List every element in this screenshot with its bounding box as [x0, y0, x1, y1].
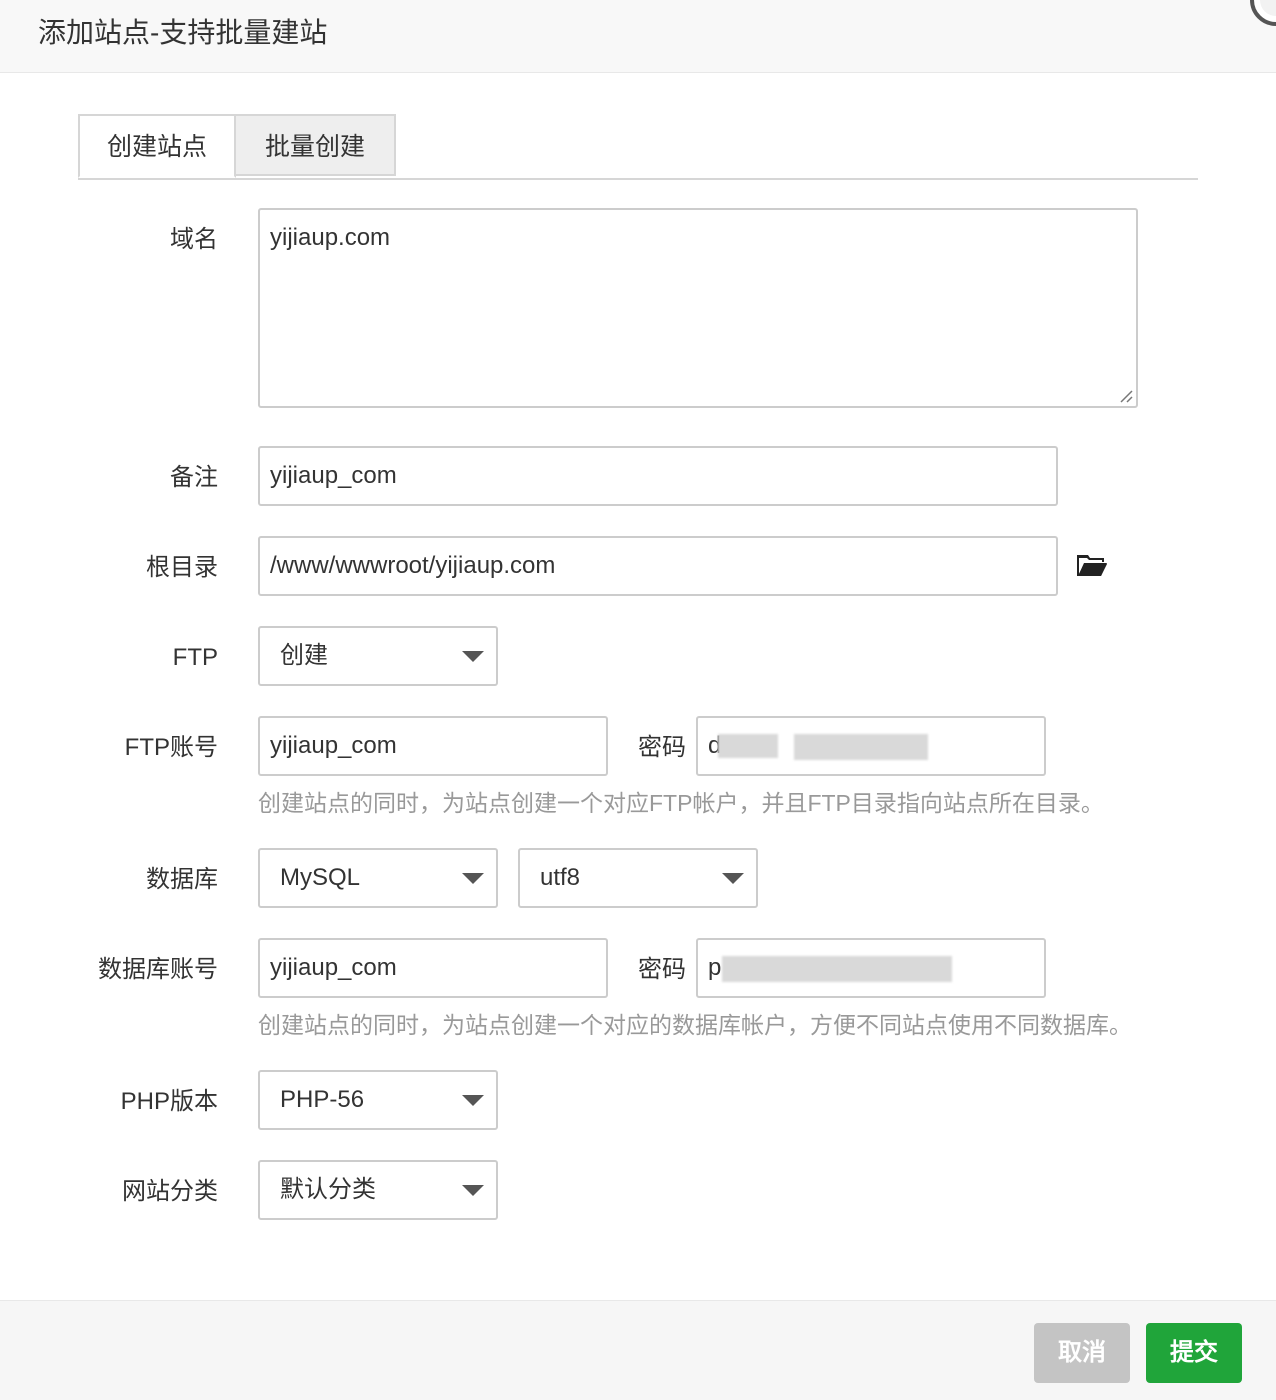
ftp-select[interactable]: 创建: [258, 626, 498, 686]
remark-label: 备注: [170, 464, 218, 491]
database-charset-select[interactable]: utf8: [518, 848, 758, 908]
db-account-label: 数据库账号: [98, 956, 218, 983]
domain-value: yijiaup.com: [270, 224, 391, 251]
database-charset-value: utf8: [540, 864, 581, 891]
dialog-title: 添加站点-支持批量建站: [38, 17, 328, 48]
chevron-down-icon: [462, 1095, 484, 1106]
tab-bar: 创建站点 批量创建: [78, 114, 1198, 180]
redacted-block: [722, 956, 952, 982]
php-version-label: PHP版本: [120, 1088, 218, 1115]
chevron-down-icon: [462, 651, 484, 662]
redacted-block: [718, 734, 778, 758]
db-user-input[interactable]: yijiaup_com: [258, 938, 608, 998]
folder-open-icon[interactable]: [1076, 552, 1108, 578]
database-type-value: MySQL: [280, 864, 361, 891]
remark-input[interactable]: yijiaup_com: [258, 446, 1058, 506]
chevron-down-icon: [462, 873, 484, 884]
root-dir-label: 根目录: [146, 554, 218, 581]
cancel-button[interactable]: 取消: [1034, 1323, 1130, 1383]
dialog-header: 添加站点-支持批量建站: [0, 0, 1276, 73]
site-category-select[interactable]: 默认分类: [258, 1160, 498, 1220]
php-version-value: PHP-56: [280, 1086, 365, 1113]
root-dir-input[interactable]: /www/wwwroot/yijiaup.com: [258, 536, 1058, 596]
tab-batch-create[interactable]: 批量创建: [236, 114, 396, 176]
ftp-password-label: 密码: [638, 734, 686, 761]
site-category-label: 网站分类: [122, 1178, 218, 1205]
database-label: 数据库: [146, 866, 218, 893]
ftp-label: FTP: [172, 644, 218, 671]
submit-button[interactable]: 提交: [1146, 1323, 1242, 1383]
add-site-dialog: 添加站点-支持批量建站 创建站点 批量创建 域名 yijiaup.com 备注 …: [0, 0, 1276, 1400]
ftp-user-input[interactable]: yijiaup_com: [258, 716, 608, 776]
domain-textarea[interactable]: yijiaup.com: [258, 208, 1138, 408]
chevron-down-icon: [462, 1185, 484, 1196]
db-password-label: 密码: [638, 956, 686, 983]
site-category-value: 默认分类: [280, 1176, 376, 1203]
dialog-footer: 取消 提交: [0, 1300, 1276, 1400]
db-hint: 创建站点的同时，为站点创建一个对应的数据库帐户，方便不同站点使用不同数据库。: [258, 1012, 1132, 1038]
database-type-select[interactable]: MySQL: [258, 848, 498, 908]
ftp-password-input[interactable]: d: [696, 716, 1046, 776]
resize-grip-icon[interactable]: [1118, 388, 1134, 404]
db-password-value: p: [708, 954, 722, 981]
chevron-down-icon: [722, 873, 744, 884]
ftp-selected-value: 创建: [280, 642, 328, 669]
php-version-select[interactable]: PHP-56: [258, 1070, 498, 1130]
ftp-hint: 创建站点的同时，为站点创建一个对应FTP帐户，并且FTP目录指向站点所在目录。: [258, 790, 1104, 816]
redacted-block: [794, 734, 928, 760]
domain-label: 域名: [170, 226, 218, 253]
tab-create-site[interactable]: 创建站点: [78, 114, 236, 178]
ftp-account-label: FTP账号: [124, 734, 218, 761]
db-password-input[interactable]: p: [696, 938, 1046, 998]
